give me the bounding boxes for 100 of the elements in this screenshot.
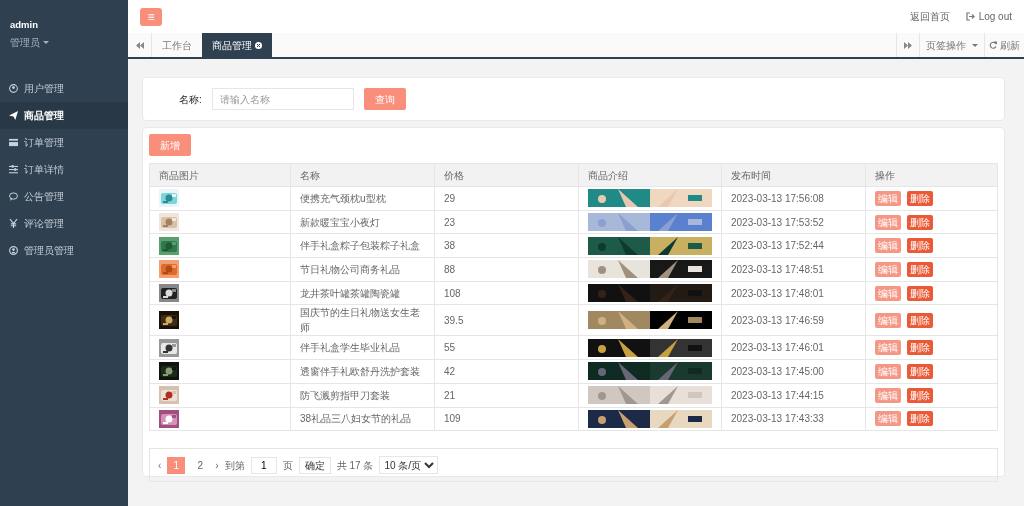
column-header: 操作 — [865, 163, 998, 187]
search-button[interactable]: 查询 — [363, 88, 406, 110]
tab[interactable]: 工作台 — [152, 33, 202, 57]
caret-icon — [43, 41, 49, 45]
edit-button[interactable]: 编辑 — [875, 363, 901, 379]
table-cell: 2023-03-13 17:46:01 — [721, 335, 866, 360]
table-cell: 2023-03-13 17:43:33 — [721, 407, 866, 431]
column-header: 商品介绍 — [578, 163, 722, 187]
edit-button[interactable]: 编辑 — [875, 285, 901, 301]
tab[interactable]: 商品管理 — [202, 33, 272, 57]
sidebar-item[interactable]: 商品管理 — [0, 102, 128, 130]
home-link[interactable]: 返回首页 — [909, 9, 950, 24]
page-button[interactable]: 2 — [191, 456, 210, 474]
search-label: 名称: — [179, 92, 202, 107]
table-cell: 88 — [434, 257, 579, 282]
logout-icon — [965, 12, 975, 21]
table-cell: 龙井茶叶罐茶罐陶瓷罐 — [290, 281, 435, 305]
next-page-button[interactable]: › — [215, 457, 219, 473]
table-cell: 2023-03-13 17:48:01 — [721, 281, 866, 305]
double-right-icon — [904, 41, 912, 49]
sidebar-item[interactable]: 评论管理 — [0, 210, 128, 238]
table-cell: 42 — [434, 359, 579, 384]
menu-button[interactable]: ≡ — [140, 7, 162, 26]
yen-icon — [9, 219, 18, 229]
chat-bubble-icon — [9, 192, 18, 202]
delete-button[interactable]: 删除 — [907, 261, 933, 277]
table-cell: 2023-03-13 17:44:15 — [721, 383, 866, 407]
table-cell: 2023-03-13 17:48:51 — [721, 257, 866, 282]
table-cell: 伴手礼盒学生毕业礼品 — [290, 335, 435, 360]
table-cell: 39.5 — [434, 304, 579, 336]
close-icon — [255, 41, 262, 49]
table-cell: 2023-03-13 17:52:44 — [721, 233, 866, 258]
delete-button[interactable]: 删除 — [907, 190, 933, 206]
edit-button[interactable]: 编辑 — [875, 312, 901, 328]
add-button[interactable]: 新增 — [149, 134, 191, 156]
page-number-field[interactable]: 1 — [250, 456, 277, 474]
delete-button[interactable]: 删除 — [907, 214, 933, 230]
tab-options-dropdown[interactable]: 页签操作 — [926, 37, 966, 53]
edit-button[interactable]: 编辑 — [875, 387, 901, 403]
user-icon — [9, 246, 18, 256]
page-unit-label: 页 — [282, 458, 293, 473]
table-cell: 2023-03-13 17:53:52 — [721, 210, 866, 234]
goto-label: 到第 — [224, 458, 245, 473]
sliders-icon — [9, 165, 18, 175]
table-cell: 新款暖宝宝小夜灯 — [290, 210, 435, 234]
delete-button[interactable]: 删除 — [907, 285, 933, 301]
total-count: 共 17 条 — [336, 458, 374, 473]
table-cell: 节日礼物公司商务礼品 — [290, 257, 435, 282]
credit-card-icon — [9, 138, 18, 148]
table-cell: 透窗伴手礼欧舒丹洗护套装 — [290, 359, 435, 384]
sidebar-item[interactable]: 管理员管理 — [0, 237, 128, 265]
edit-button[interactable]: 编辑 — [875, 411, 901, 427]
sidebar-item[interactable]: 公告管理 — [0, 183, 128, 211]
delete-button[interactable]: 删除 — [907, 340, 933, 356]
table-cell: 便携充气颈枕u型枕 — [290, 186, 435, 211]
table-cell: 2023-03-13 17:45:00 — [721, 359, 866, 384]
edit-button[interactable]: 编辑 — [875, 261, 901, 277]
table-cell: 23 — [434, 210, 579, 234]
paper-plane-icon — [9, 111, 18, 121]
delete-button[interactable]: 删除 — [907, 363, 933, 379]
edit-button[interactable]: 编辑 — [875, 214, 901, 230]
search-field[interactable]: 请输入名称 — [211, 88, 354, 110]
edit-button[interactable]: 编辑 — [875, 238, 901, 254]
table-cell: 伴手礼盒粽子包装粽子礼盒 — [290, 233, 435, 258]
sidebar-item[interactable]: 订单管理 — [0, 129, 128, 157]
page-size-select[interactable]: 10 条/页 — [379, 456, 439, 475]
delete-button[interactable]: 删除 — [907, 411, 933, 427]
refresh-button[interactable]: 刷新 — [1000, 37, 1020, 53]
table-cell: 108 — [434, 281, 579, 305]
prev-page-button[interactable]: ‹ — [158, 457, 162, 473]
edit-button[interactable]: 编辑 — [875, 190, 901, 206]
table-cell: 29 — [434, 186, 579, 211]
caret-icon — [972, 43, 978, 47]
table-cell: 21 — [434, 383, 579, 407]
sidebar-item[interactable]: 用户管理 — [0, 75, 128, 103]
delete-button[interactable]: 删除 — [907, 387, 933, 403]
delete-button[interactable]: 删除 — [907, 312, 933, 328]
user-name: admin — [9, 18, 39, 32]
sidebar-item[interactable]: 订单详情 — [0, 156, 128, 184]
delete-button[interactable]: 删除 — [907, 238, 933, 254]
page-button[interactable]: 1 — [167, 456, 186, 474]
table-cell: 55 — [434, 335, 579, 360]
table-cell: 109 — [434, 407, 579, 431]
table-cell: 38 — [434, 233, 579, 258]
user-circle-icon — [9, 84, 18, 94]
confirm-button[interactable]: 确定 — [298, 456, 331, 474]
edit-button[interactable]: 编辑 — [875, 340, 901, 356]
table-cell: 2023-03-13 17:56:08 — [721, 186, 866, 211]
column-header: 价格 — [434, 163, 579, 187]
column-header: 商品图片 — [149, 163, 291, 187]
refresh-icon — [989, 41, 997, 49]
table-cell: 国庆节的生日礼物送女生老师 — [290, 304, 435, 336]
table-cell: 2023-03-13 17:46:59 — [721, 304, 866, 336]
column-header: 名称 — [290, 163, 435, 187]
role-dropdown[interactable]: 管理员 — [10, 35, 40, 51]
double-left-icon — [135, 41, 144, 49]
column-header: 发布时间 — [721, 163, 866, 187]
logout-link[interactable]: Log out — [978, 9, 1012, 24]
table-cell: 38礼品三八妇女节的礼品 — [290, 407, 435, 431]
table-cell: 防飞溅剪指甲刀套装 — [290, 383, 435, 407]
